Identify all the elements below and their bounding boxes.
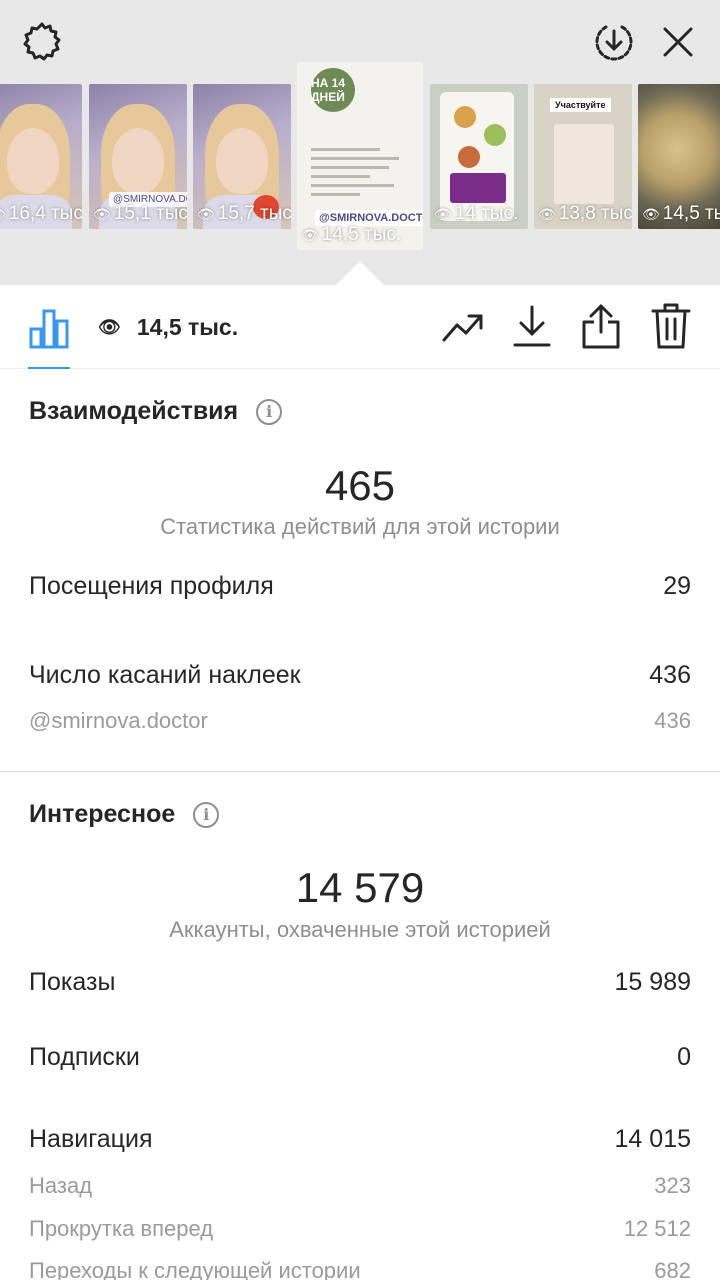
story-thumbnail[interactable]: 👁16,4 тыс.: [0, 84, 82, 229]
trending-icon: [442, 314, 483, 342]
story-thumbnail[interactable]: Участвуйте 👁 13,8 тыс.: [534, 84, 632, 229]
stat-row-navigation: Навигация 14 015: [29, 1125, 691, 1154]
stat-value: 436: [649, 661, 691, 689]
eye-icon: 👁: [197, 205, 215, 222]
story-thumbnail[interactable]: @SMIRNOVA.DOCTOR 👁15,1 тыс.: [89, 84, 187, 229]
interactions-total: 465: [324, 462, 396, 509]
story-views-label: 14,5 тыс.: [321, 224, 402, 245]
save-story-button[interactable]: [590, 18, 638, 66]
eye-icon: 👁: [434, 205, 452, 222]
eye-icon: 👁: [0, 206, 6, 223]
download-circle-icon: [595, 25, 633, 61]
settings-button[interactable]: [18, 18, 66, 66]
stat-subrow-forward: Прокрутка вперед 12 512: [29, 1216, 691, 1242]
discovery-caption: Аккаунты, охваченные этой историей: [169, 917, 551, 942]
stat-value: 29: [663, 572, 691, 600]
bar-chart-icon: [29, 309, 69, 349]
close-button[interactable]: [654, 18, 702, 66]
trash-icon: [651, 303, 691, 349]
discovery-total: 14 579: [295, 864, 425, 911]
info-icon[interactable]: i: [256, 398, 283, 425]
stat-row-profile-visits: Посещения профиля 29: [29, 572, 691, 601]
story-image: [216, 127, 268, 194]
story-views-label: 15,1 тыс.: [113, 203, 187, 224]
eye-icon: 👁: [301, 226, 319, 243]
discovery-title: Интересное: [29, 800, 176, 828]
stat-row-impressions: Показы 15 989: [29, 968, 691, 997]
delete-button[interactable]: [648, 301, 694, 351]
stat-label: Показы: [29, 968, 116, 996]
download-button[interactable]: [510, 303, 554, 349]
stat-subvalue: 436: [654, 708, 691, 733]
viewers-summary[interactable]: 👁 14,5 тыс.: [98, 311, 238, 343]
story-view-count: 👁14,5 тыс.: [301, 224, 401, 246]
story-strip-area: 👁16,4 тыс. @SMIRNOVA.DOCTOR 👁15,1 тыс. 👁…: [0, 0, 720, 310]
stat-sublabel: Переходы к следующей истории: [29, 1258, 361, 1280]
interactions-section-title: Взаимодействия i: [29, 397, 283, 426]
story-views-label: 14,5 тыс.: [662, 203, 720, 224]
story-image: [450, 173, 506, 203]
stat-label: Навигация: [29, 1125, 153, 1153]
stat-row-sticker-taps: Число касаний наклеек 436: [29, 661, 691, 690]
interactions-title: Взаимодействия: [29, 397, 239, 425]
stat-sublabel: Назад: [29, 1173, 93, 1198]
stat-subrow-back: Назад 323: [29, 1173, 691, 1199]
story-thumbnail-selected[interactable]: НА 14 ДНЕЙ @SMIRNOVA.DOCTOR 👁14,5 тыс.: [297, 62, 423, 250]
gear-icon: [23, 22, 61, 61]
stat-subvalue: 12 512: [623, 1216, 691, 1241]
story-views-label: 14 тыс.: [454, 203, 519, 224]
stat-subrow-next-story: Переходы к следующей истории 682: [29, 1258, 691, 1280]
download-icon: [513, 305, 551, 347]
insights-toolbar: 👁 14,5 тыс.: [0, 285, 720, 369]
share-icon: [582, 304, 620, 349]
stat-value: 15 989: [614, 968, 691, 996]
story-badge: НА 14 ДНЕЙ: [311, 68, 355, 112]
discovery-section-title: Интересное i: [29, 800, 220, 829]
story-image: [484, 124, 506, 146]
story-thumbnail[interactable]: 👁 15,7 тыс.: [193, 84, 291, 229]
viewers-count: 14,5 тыс.: [136, 313, 239, 340]
story-thumbnail[interactable]: 👁 14 тыс.: [430, 84, 528, 229]
eye-icon: 👁: [642, 205, 660, 222]
stat-sublabel: Прокрутка вперед: [29, 1216, 214, 1241]
story-view-count: 👁16,4 тыс.: [0, 203, 82, 225]
active-tab-indicator: [28, 367, 70, 369]
story-views-label: 15,7 тыс.: [217, 203, 291, 224]
story-views-label: 13,8 тыс.: [558, 203, 632, 224]
close-icon: [663, 27, 693, 57]
story-view-count: 👁 15,7 тыс.: [197, 203, 291, 225]
stat-label: Подписки: [29, 1043, 140, 1071]
story-image: [454, 106, 476, 128]
story-image: [458, 146, 480, 168]
eye-icon: 👁: [98, 316, 121, 337]
stat-label: Посещения профиля: [29, 572, 274, 600]
section-divider: [0, 771, 720, 772]
story-views-label: 16,4 тыс.: [8, 203, 82, 224]
story-label: Участвуйте: [550, 98, 611, 112]
promote-button[interactable]: [440, 307, 486, 349]
story-thumbnail[interactable]: 👁14,5 тыс.: [638, 84, 720, 229]
stat-sublabel: @smirnova.doctor: [29, 708, 208, 733]
story-document-lines: [311, 148, 409, 202]
story-view-count: 👁14,5 тыс.: [642, 203, 720, 225]
story-image: [112, 127, 164, 194]
story-view-count: 👁 15,1 тыс.: [93, 203, 187, 225]
eye-icon: 👁: [93, 205, 111, 222]
story-view-count: 👁 13,8 тыс.: [538, 203, 632, 225]
story-view-count: 👁 14 тыс.: [434, 203, 518, 225]
eye-icon: 👁: [538, 205, 556, 222]
stat-label: Число касаний наклеек: [29, 661, 301, 689]
story-image: [554, 124, 614, 204]
interactions-caption: Статистика действий для этой истории: [160, 514, 560, 539]
stat-row-follows: Подписки 0: [29, 1043, 691, 1072]
info-icon[interactable]: i: [193, 801, 220, 828]
insights-tab-button[interactable]: [26, 305, 72, 351]
story-image: [7, 127, 59, 194]
stat-subrow-mention: @smirnova.doctor 436: [29, 708, 691, 734]
stat-subvalue: 682: [654, 1258, 691, 1280]
stat-value: 0: [677, 1043, 691, 1071]
share-button[interactable]: [578, 301, 624, 351]
stat-subvalue: 323: [654, 1173, 691, 1198]
stat-value: 14 015: [614, 1125, 691, 1153]
